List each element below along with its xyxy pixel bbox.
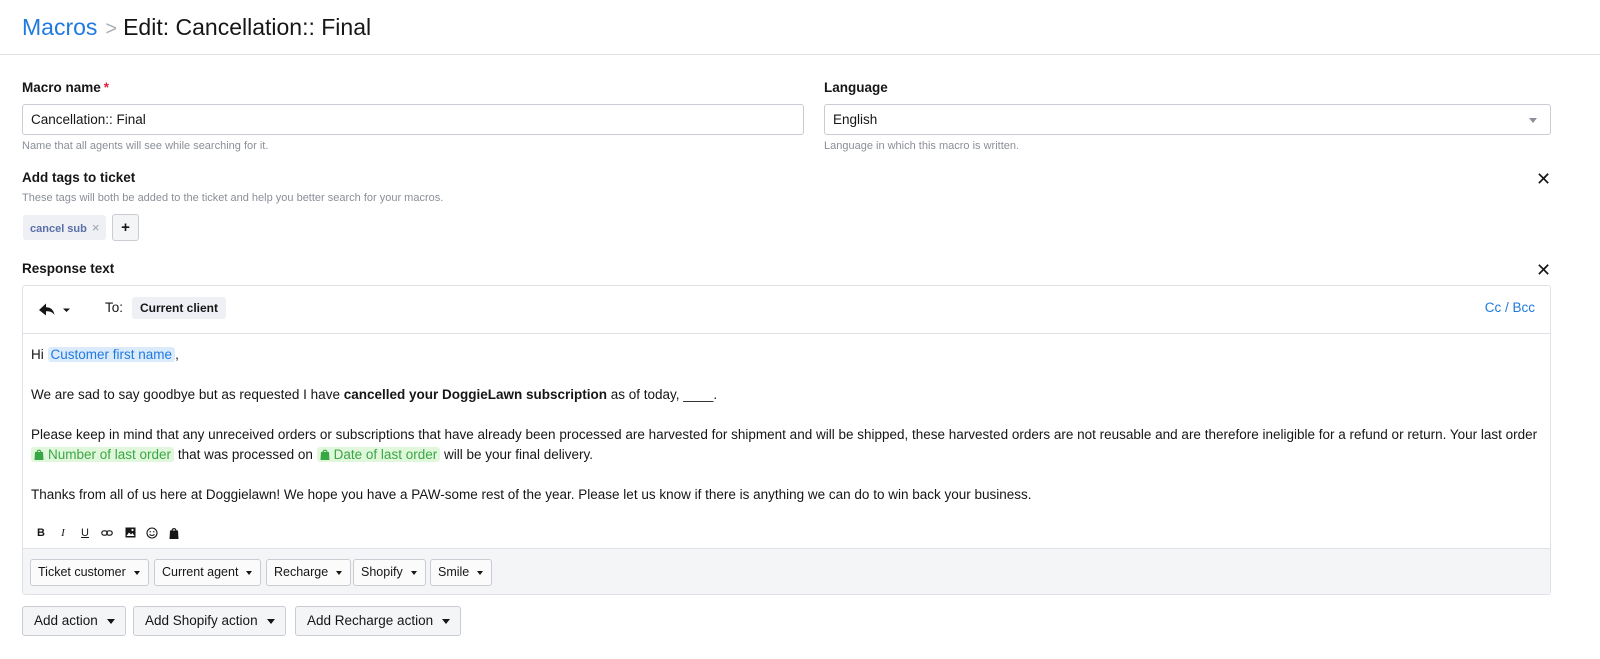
shopify-bag-icon xyxy=(34,449,44,460)
dropdown-label: Current agent xyxy=(162,565,239,579)
add-shopify-action-label: Add Shopify action xyxy=(145,613,258,628)
recharge-dropdown[interactable]: Recharge xyxy=(266,559,352,586)
add-action-button[interactable]: Add action xyxy=(22,606,126,636)
order-number-variable-label: Number of last order xyxy=(48,447,172,462)
macro-name-input[interactable]: Cancellation:: Final xyxy=(22,104,804,135)
shopify-dropdown[interactable]: Shopify xyxy=(353,559,426,586)
tags-help: These tags will both be added to the tic… xyxy=(22,192,444,204)
paragraph-2: Please keep in mind that any unreceived … xyxy=(31,425,1543,465)
italic-button[interactable]: I xyxy=(56,525,70,541)
image-icon[interactable] xyxy=(123,525,137,541)
language-value: English xyxy=(833,112,878,127)
response-close-icon[interactable]: ✕ xyxy=(1536,261,1551,279)
recipient-chip[interactable]: Current client xyxy=(132,297,227,319)
add-recharge-action-label: Add Recharge action xyxy=(307,613,434,628)
response-body[interactable]: Hi Customer first name, We are sad to sa… xyxy=(31,345,1543,525)
caret-down-icon xyxy=(106,619,115,624)
breadcrumb-separator: > xyxy=(105,18,118,40)
emoji-icon[interactable] xyxy=(145,525,159,541)
language-label: Language xyxy=(824,80,888,95)
tag-remove-icon[interactable]: × xyxy=(92,220,100,235)
page-header: Macros > Edit: Cancellation:: Final xyxy=(0,0,1600,55)
caret-down-icon xyxy=(477,571,484,575)
dropdown-label: Shopify xyxy=(361,565,403,579)
chevron-down-icon xyxy=(1529,118,1537,123)
variables-bar: Ticket customer Current agent Recharge S… xyxy=(23,548,1550,594)
macro-name-help: Name that all agents will see while sear… xyxy=(22,140,269,152)
dropdown-label: Recharge xyxy=(274,565,329,579)
smile-dropdown[interactable]: Smile xyxy=(430,559,493,586)
link-icon[interactable] xyxy=(100,525,114,541)
add-tag-button[interactable]: + xyxy=(112,214,139,241)
shopify-bag-icon xyxy=(320,449,330,460)
dropdown-label: Smile xyxy=(438,565,470,579)
add-shopify-action-button[interactable]: Add Shopify action xyxy=(133,606,286,636)
required-mark: * xyxy=(103,80,110,95)
shopify-icon[interactable] xyxy=(167,525,181,541)
caret-down-icon xyxy=(336,571,343,575)
order-date-variable-label: Date of last order xyxy=(333,447,438,462)
order-date-variable[interactable]: Date of last order xyxy=(316,447,441,462)
page-title: Edit: Cancellation:: Final xyxy=(123,14,372,40)
cc-bcc-link[interactable]: Cc / Bcc xyxy=(1485,300,1535,315)
editor-header: To: Current client Cc / Bcc xyxy=(23,286,1550,334)
current-agent-dropdown[interactable]: Current agent xyxy=(154,559,262,586)
macro-name-value: Cancellation:: Final xyxy=(31,112,146,127)
tags-close-icon[interactable]: ✕ xyxy=(1536,170,1551,188)
greeting-end: , xyxy=(175,347,179,362)
ticket-customer-dropdown[interactable]: Ticket customer xyxy=(30,559,149,586)
tag-chip: cancel sub × xyxy=(23,215,107,240)
p2-start: Please keep in mind that any unreceived … xyxy=(31,427,1538,442)
language-select[interactable]: English xyxy=(824,104,1551,135)
macro-name-label-text: Macro name xyxy=(22,80,101,95)
p1-bold: cancelled your DoggieLawn subscription xyxy=(343,387,607,402)
dropdown-label: Ticket customer xyxy=(38,565,126,579)
greeting-text: Hi xyxy=(31,347,44,362)
p1-end: as of today, ____. xyxy=(607,387,718,402)
caret-down-icon xyxy=(442,619,451,624)
p2-mid: that was processed on xyxy=(174,447,317,462)
tag-label: cancel sub xyxy=(30,223,87,235)
reply-type-dropdown[interactable] xyxy=(37,299,77,321)
p2-end: will be your final delivery. xyxy=(440,447,594,462)
greeting-line: Hi Customer first name, xyxy=(31,345,1543,365)
caret-down-icon xyxy=(410,571,417,575)
caret-down-icon xyxy=(246,571,253,575)
p1-start: We are sad to say goodbye but as request… xyxy=(31,387,344,402)
response-editor: To: Current client Cc / Bcc Hi Customer … xyxy=(22,285,1551,595)
add-action-label: Add action xyxy=(34,613,98,628)
customer-first-name-variable[interactable]: Customer first name xyxy=(47,347,176,362)
caret-down-icon xyxy=(133,571,140,575)
to-label: To: xyxy=(105,300,124,315)
underline-button[interactable]: U xyxy=(78,525,92,541)
paragraph-3: Thanks from all of us here at Doggielawn… xyxy=(31,487,1032,502)
language-help: Language in which this macro is written. xyxy=(824,140,1020,152)
bold-button[interactable]: B xyxy=(34,525,48,541)
paragraph-1: We are sad to say goodbye but as request… xyxy=(31,385,1543,405)
add-recharge-action-button[interactable]: Add Recharge action xyxy=(295,606,462,636)
order-number-variable[interactable]: Number of last order xyxy=(31,447,175,462)
macro-name-label: Macro name * xyxy=(22,80,109,95)
tags-label: Add tags to ticket xyxy=(22,170,136,185)
caret-down-icon xyxy=(266,619,275,624)
reply-icon xyxy=(39,303,70,316)
breadcrumb: Macros > Edit: Cancellation:: Final xyxy=(22,13,371,43)
response-text-label: Response text xyxy=(22,261,115,276)
breadcrumb-macros-link[interactable]: Macros xyxy=(22,14,97,40)
